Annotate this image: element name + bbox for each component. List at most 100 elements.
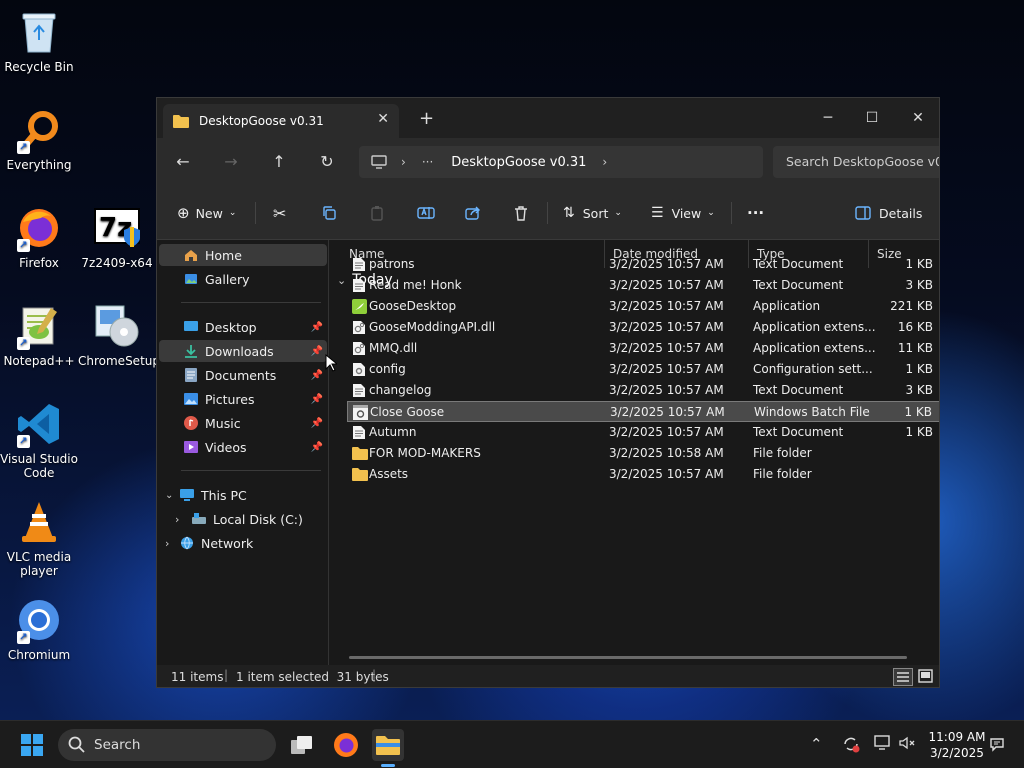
chevron-right-icon[interactable]: › bbox=[175, 513, 191, 526]
pin-icon[interactable]: 📌 bbox=[311, 322, 323, 333]
breadcrumb-more[interactable]: ··· bbox=[422, 155, 433, 169]
details-view-button[interactable] bbox=[893, 668, 913, 686]
back-button[interactable]: ← bbox=[173, 152, 193, 172]
network-icon[interactable] bbox=[874, 735, 892, 755]
forward-button[interactable]: → bbox=[221, 152, 241, 172]
pin-icon[interactable]: 📌 bbox=[311, 418, 323, 429]
nav-item-documents[interactable]: Documents 📌 bbox=[159, 364, 327, 386]
desktop-icon-firefox[interactable]: ↗ Firefox bbox=[0, 204, 78, 270]
file-row[interactable]: patrons 3/2/2025 10:57 AM Text Document 1 K… bbox=[347, 254, 939, 275]
desktop-icon-label: Visual Studio Code bbox=[0, 452, 78, 480]
new-tab-button[interactable]: + bbox=[419, 108, 434, 129]
paste-button[interactable] bbox=[369, 203, 385, 223]
desktop-icon-everything[interactable]: ↗ Everything bbox=[0, 106, 78, 172]
maximize-button[interactable]: ☐ bbox=[849, 104, 895, 132]
file-row[interactable]: GooseDesktop 3/2/2025 10:57 AM Application… bbox=[347, 296, 939, 317]
taskbar-file-explorer[interactable] bbox=[372, 729, 404, 767]
clock[interactable]: 11:09 AM 3/2/2025 bbox=[922, 729, 992, 761]
file-type: Text Document bbox=[753, 257, 844, 271]
breadcrumb-current[interactable]: DesktopGoose v0.31 bbox=[451, 155, 586, 170]
rename-button[interactable] bbox=[417, 203, 435, 223]
file-row[interactable]: GooseModdingAPI.dll 3/2/2025 10:57 AM Appl… bbox=[347, 317, 939, 338]
nav-item-pictures[interactable]: Pictures 📌 bbox=[159, 388, 327, 410]
pin-icon[interactable]: 📌 bbox=[311, 346, 323, 357]
task-view-button[interactable] bbox=[286, 729, 318, 761]
sort-button[interactable]: ⇅ Sort ⌄ bbox=[563, 203, 622, 223]
nav-item-desktop[interactable]: Desktop 📌 bbox=[159, 316, 327, 338]
volume-muted-icon[interactable] bbox=[898, 735, 916, 755]
up-button[interactable]: ↑ bbox=[269, 152, 289, 172]
nav-item-home[interactable]: Home bbox=[159, 244, 327, 266]
delete-button[interactable] bbox=[513, 203, 529, 223]
pin-icon[interactable]: 📌 bbox=[311, 442, 323, 453]
navigation-bar: ← → ↑ ↻ › ··· DesktopGoose v0.31 › Searc… bbox=[157, 138, 939, 186]
pin-icon[interactable]: 📌 bbox=[311, 394, 323, 405]
firefox-icon: ↗ bbox=[15, 204, 63, 252]
nav-item-gallery[interactable]: Gallery bbox=[159, 268, 327, 290]
sync-icon[interactable] bbox=[842, 735, 860, 757]
nav-item-music[interactable]: Music 📌 bbox=[159, 412, 327, 434]
file-row[interactable]: Assets 3/2/2025 10:57 AM File folder bbox=[347, 464, 939, 485]
title-bar[interactable]: DesktopGoose v0.31 ✕ + ─ ☐ ✕ bbox=[157, 98, 939, 138]
close-tab-icon[interactable]: ✕ bbox=[377, 111, 389, 127]
active-indicator bbox=[381, 764, 395, 767]
desktop-icon-recycle-bin[interactable]: Recycle Bin bbox=[0, 8, 78, 74]
view-button[interactable]: ☰ View ⌄ bbox=[651, 203, 715, 223]
file-row[interactable]: Autumn 3/2/2025 10:57 AM Text Document 1 KB bbox=[347, 422, 939, 443]
file-date: 3/2/2025 10:58 AM bbox=[609, 446, 724, 460]
shortcut-arrow-icon: ↗ bbox=[17, 435, 30, 448]
nav-item-local-disk[interactable]: › Local Disk (C:) bbox=[159, 508, 327, 530]
cut-button[interactable]: ✂ bbox=[273, 203, 286, 223]
share-button[interactable] bbox=[465, 203, 481, 223]
desktop-icon-notepad-plus-plus[interactable]: ↗ Notepad++ bbox=[0, 302, 78, 368]
details-pane-button[interactable]: Details bbox=[855, 203, 922, 223]
notifications-icon[interactable] bbox=[988, 735, 1006, 757]
file-type: File folder bbox=[753, 467, 812, 481]
app-icon bbox=[352, 299, 367, 314]
chevron-right-icon[interactable]: › bbox=[165, 537, 179, 550]
desktop-icon-vlc[interactable]: VLC media player bbox=[0, 498, 78, 578]
file-row[interactable]: Read me! Honk 3/2/2025 10:57 AM Text Docum… bbox=[347, 275, 939, 296]
taskbar-firefox[interactable] bbox=[330, 729, 362, 761]
start-button[interactable] bbox=[16, 729, 48, 761]
pin-icon[interactable]: 📌 bbox=[311, 370, 323, 381]
new-button[interactable]: ⊕ New ⌄ bbox=[177, 203, 236, 223]
file-date: 3/2/2025 10:57 AM bbox=[609, 278, 724, 292]
file-row[interactable]: MMQ.dll 3/2/2025 10:57 AM Application exte… bbox=[347, 338, 939, 359]
search-input[interactable]: Search DesktopGoose v0.31 bbox=[773, 146, 939, 178]
file-row[interactable]: changelog 3/2/2025 10:57 AM Text Document 3… bbox=[347, 380, 939, 401]
file-row[interactable]: FOR MOD-MAKERS 3/2/2025 10:58 AM File fold… bbox=[347, 443, 939, 464]
file-type: Application bbox=[753, 299, 821, 313]
desktop-icon-vscode[interactable]: ↗ Visual Studio Code bbox=[0, 400, 78, 480]
home-icon bbox=[183, 247, 199, 263]
file-size: 1 KB bbox=[904, 405, 932, 419]
thumbnail-view-button[interactable] bbox=[917, 668, 935, 686]
taskbar-search[interactable]: Search bbox=[58, 729, 276, 761]
file-row[interactable]: config 3/2/2025 10:57 AM Configuration set… bbox=[347, 359, 939, 380]
recycle-bin-icon bbox=[15, 8, 63, 56]
refresh-button[interactable]: ↻ bbox=[317, 152, 337, 172]
everything-icon: ↗ bbox=[15, 106, 63, 154]
desktop-icon-chromesetup[interactable]: ChromeSetup bbox=[78, 302, 160, 368]
nav-item-network[interactable]: › Network bbox=[159, 532, 327, 554]
desktop-icon-7zip[interactable]: 7z 7z2409-x64 bbox=[78, 204, 156, 270]
address-bar[interactable]: › ··· DesktopGoose v0.31 › bbox=[359, 146, 763, 178]
dll-icon bbox=[352, 341, 366, 356]
file-row[interactable]: Close Goose 3/2/2025 10:57 AM Windows Batc… bbox=[347, 401, 939, 422]
close-window-button[interactable]: ✕ bbox=[895, 104, 939, 132]
installer-icon bbox=[93, 302, 141, 350]
nav-item-downloads[interactable]: Downloads 📌 bbox=[159, 340, 327, 362]
tab-desktopgoose[interactable]: DesktopGoose v0.31 ✕ bbox=[163, 104, 399, 138]
file-size: 221 KB bbox=[890, 299, 933, 313]
show-hidden-icons-button[interactable]: ⌃ bbox=[810, 735, 823, 753]
horizontal-scrollbar[interactable] bbox=[349, 656, 907, 659]
desktop-icon-chromium[interactable]: ↗ Chromium bbox=[0, 596, 78, 662]
more-options-button[interactable]: ··· bbox=[747, 203, 764, 223]
file-name: GooseDesktop bbox=[369, 299, 457, 313]
chevron-down-icon[interactable]: ⌄ bbox=[165, 490, 179, 501]
nav-item-this-pc[interactable]: ⌄ This PC bbox=[159, 484, 327, 506]
minimize-button[interactable]: ─ bbox=[805, 104, 851, 132]
batch-file-icon bbox=[353, 405, 368, 420]
nav-item-videos[interactable]: Videos 📌 bbox=[159, 436, 327, 458]
copy-button[interactable] bbox=[321, 203, 337, 223]
